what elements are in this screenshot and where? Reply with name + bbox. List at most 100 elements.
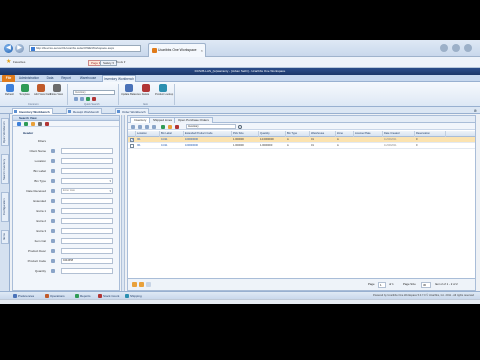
- row-checkbox[interactable]: [130, 138, 134, 142]
- filter-operator-icon[interactable]: [51, 169, 55, 173]
- lookup-icon: [159, 84, 167, 92]
- delete-button[interactable]: Delete: [139, 84, 152, 102]
- favorites-icon[interactable]: [452, 44, 460, 52]
- cell-product-code[interactable]: 100000000: [184, 143, 232, 149]
- filter-operator-icon[interactable]: [51, 249, 55, 253]
- update-balances-button[interactable]: Update Balances: [121, 84, 141, 102]
- ribbon-tab-report[interactable]: Report: [58, 75, 74, 82]
- ribbon-tab-inventory-workbench[interactable]: Inventory Workbench: [102, 75, 136, 82]
- filter-operator-icon[interactable]: [51, 199, 55, 203]
- filter-operator-icon[interactable]: [51, 189, 55, 193]
- ribbon-tab-administration[interactable]: Administration: [17, 75, 41, 82]
- extra-3-input[interactable]: [61, 228, 113, 234]
- ribbon-tab-file[interactable]: File: [2, 75, 15, 82]
- extended-input[interactable]: [61, 198, 113, 204]
- product-lookup-label: Product Lookup: [155, 93, 174, 96]
- last-record-icon[interactable]: [152, 124, 156, 129]
- prev-page-icon[interactable]: [139, 282, 144, 287]
- clear-icon[interactable]: [80, 97, 84, 101]
- safety-menu[interactable]: Safety ▾: [100, 60, 117, 66]
- save-icon[interactable]: [86, 97, 90, 101]
- filter-operator-icon[interactable]: [51, 259, 55, 263]
- remove-icon[interactable]: [45, 122, 49, 126]
- date-received-picker[interactable]: Enter date: [61, 188, 113, 194]
- vtab-label: Configuration: [2, 198, 6, 216]
- search-icon[interactable]: [238, 124, 242, 129]
- tools-menu[interactable]: Tools ▾: [116, 60, 125, 64]
- next-page-icon[interactable]: [146, 282, 151, 287]
- next-record-icon[interactable]: [145, 124, 149, 129]
- folder-icon[interactable]: [31, 122, 35, 126]
- tab-close-icon[interactable]: ×: [201, 44, 203, 57]
- ribbon-tab-warehouse[interactable]: Warehouse: [77, 75, 99, 82]
- home-icon[interactable]: [440, 44, 448, 52]
- filter-operator-icon[interactable]: [51, 269, 55, 273]
- save-filter-icon[interactable]: [24, 122, 28, 126]
- ribbon-search-input[interactable]: Inventory: [73, 90, 115, 95]
- delete-icon[interactable]: [92, 97, 96, 101]
- favorites-star-icon[interactable]: ★: [6, 59, 11, 65]
- filter-operator-icon[interactable]: [51, 219, 55, 223]
- extra-2-input[interactable]: [61, 218, 113, 224]
- pin-icon[interactable]: ⊗: [474, 108, 477, 113]
- ribbon-group-quick-search: Quick Search: [84, 103, 100, 106]
- filter-operator-icon[interactable]: [51, 179, 55, 183]
- client-name-input[interactable]: [61, 148, 113, 154]
- filter-operator-icon[interactable]: [51, 149, 55, 153]
- product-desc-input[interactable]: [61, 248, 113, 254]
- export-icon[interactable]: [161, 124, 165, 129]
- forward-button[interactable]: ▶: [15, 44, 24, 53]
- tools-icon[interactable]: [464, 44, 472, 52]
- filter-icon[interactable]: [74, 97, 78, 101]
- bin-type-select[interactable]: [61, 178, 113, 184]
- refresh-button[interactable]: Refresh: [3, 84, 16, 102]
- search-icon[interactable]: [17, 122, 21, 126]
- preferences-icon: [13, 294, 17, 298]
- filter-operator-icon[interactable]: [51, 209, 55, 213]
- item-cat-input[interactable]: [61, 238, 113, 244]
- pager-size-select[interactable]: 30: [421, 281, 431, 288]
- grid-search-value: Inventory: [188, 125, 199, 128]
- quantity-input[interactable]: [61, 268, 113, 274]
- first-record-icon[interactable]: [131, 124, 135, 129]
- vtab-open-workbench[interactable]: Open Workbench: [1, 118, 9, 146]
- back-button[interactable]: ◀: [4, 44, 13, 53]
- vtab-search-inventory[interactable]: Search Inventory: [1, 154, 9, 184]
- browser-tab-title: Ucaribbs One Workspace: [158, 48, 197, 52]
- vtab-configuration[interactable]: Configuration: [1, 192, 9, 222]
- doc-tab-receipt-workbench[interactable]: Receipt Workbench: [66, 108, 103, 114]
- filter-operator-icon[interactable]: [51, 239, 55, 243]
- row-checkbox[interactable]: [130, 144, 134, 148]
- panel-splitter[interactable]: [121, 115, 125, 291]
- filter-panel: Search View Header Filters Client Name L…: [12, 115, 120, 291]
- grid-area: Inventory Shipped Lines Open Purchase Or…: [127, 115, 476, 291]
- favorites-label[interactable]: Favorites: [13, 60, 25, 64]
- doc-tab-inventory-workbench[interactable]: Inventory Workbench: [12, 108, 53, 114]
- delete-row-icon[interactable]: [175, 124, 179, 129]
- grid-search-input[interactable]: Inventory: [186, 124, 236, 129]
- address-bar[interactable]: http://devcss-server01/ucaribs.suite/OWE…: [29, 45, 141, 52]
- vtab-items[interactable]: Items: [1, 230, 9, 244]
- pager-page-input[interactable]: 1: [378, 281, 386, 288]
- table-row[interactable]: I01 0-011 100000000 1.000000 1.0000000 A…: [128, 143, 475, 149]
- location-input[interactable]: [61, 158, 113, 164]
- filter-row-location: Location: [13, 157, 119, 166]
- first-page-icon[interactable]: [132, 282, 137, 287]
- extra-1-input[interactable]: [61, 208, 113, 214]
- field-label: Bin Type: [34, 179, 46, 183]
- ribbon-separator: [118, 84, 119, 105]
- filter-operator-icon[interactable]: [51, 159, 55, 163]
- add-view-field-button[interactable]: Add View Field: [34, 84, 51, 102]
- browser-tab[interactable]: Ucaribbs One Workspace ×: [148, 43, 206, 57]
- template-button[interactable]: Template: [18, 84, 31, 102]
- print-icon[interactable]: [168, 124, 172, 129]
- bin-label-input[interactable]: [61, 168, 113, 174]
- product-lookup-button[interactable]: Product Lookup: [155, 84, 174, 102]
- doc-tab-order-workbench[interactable]: Order Workbench: [115, 108, 149, 114]
- product-code-input[interactable]: 9444658: [61, 258, 113, 264]
- close-view-button[interactable]: Close View: [50, 84, 63, 102]
- ribbon-tab-data[interactable]: Data: [44, 75, 56, 82]
- clear-filter-icon[interactable]: [38, 122, 42, 126]
- prev-record-icon[interactable]: [138, 124, 142, 129]
- filter-operator-icon[interactable]: [51, 229, 55, 233]
